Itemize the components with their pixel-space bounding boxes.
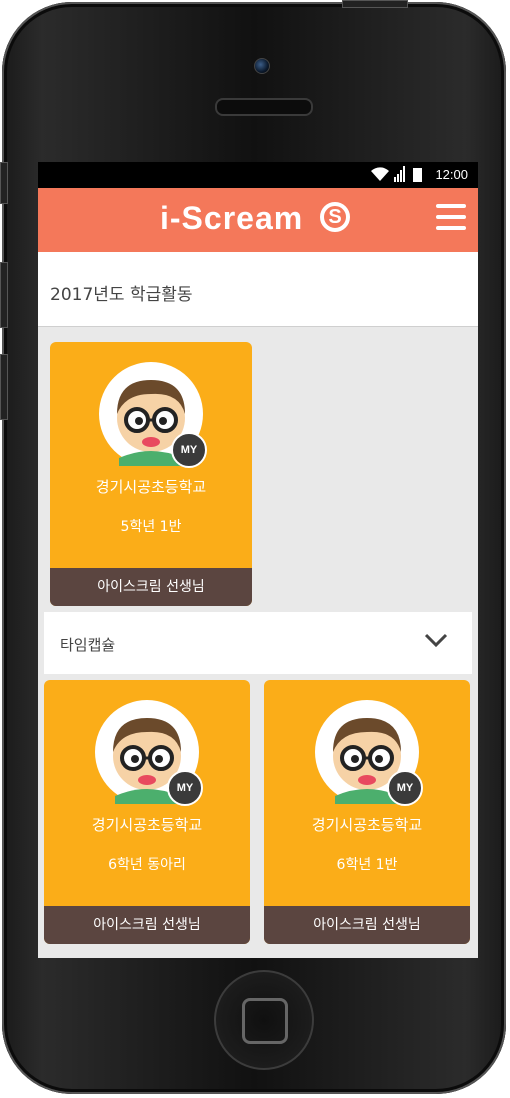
app-logo: i-Scream [160, 200, 304, 236]
school-name: 경기시공초등학교 [95, 478, 207, 496]
screen: 12:00 i-Scream S 2017년도 학급활동 MY 경기시공초등학교… [38, 162, 478, 958]
teacher-name: 아이스크림 선생님 [50, 568, 252, 606]
status-time: 12:00 [435, 167, 468, 182]
volume-up-button [0, 262, 8, 328]
class-name: 5학년 1반 [120, 519, 182, 535]
class-name: 6학년 1반 [336, 857, 398, 873]
power-button [342, 0, 408, 8]
menu-icon[interactable] [436, 204, 466, 230]
class-name: 6학년 동아리 [108, 857, 186, 873]
home-square-icon [242, 998, 288, 1044]
volume-down-button [0, 354, 8, 420]
class-card[interactable]: MY 경기시공초등학교 6학년 동아리 아이스크림 선생님 [44, 680, 250, 944]
section-title: 2017년도 학급활동 [50, 285, 193, 305]
section-header: 2017년도 학급활동 [38, 252, 478, 327]
logo-mark-icon: S [320, 202, 350, 232]
status-bar: 12:00 [38, 162, 478, 188]
battery-icon [413, 168, 422, 182]
my-badge: MY [171, 432, 207, 468]
my-badge: MY [167, 770, 203, 806]
avatar: MY [99, 362, 207, 468]
mute-switch [0, 162, 8, 204]
teacher-name: 아이스크림 선생님 [44, 906, 250, 944]
avatar: MY [95, 700, 203, 806]
earpiece-speaker [215, 98, 313, 116]
front-camera [254, 58, 270, 74]
school-name: 경기시공초등학교 [311, 816, 423, 834]
school-name: 경기시공초등학교 [91, 816, 203, 834]
app-bar: i-Scream S [38, 188, 478, 252]
wifi-icon [371, 167, 389, 181]
teacher-name: 아이스크림 선생님 [264, 906, 470, 944]
signal-icon [394, 166, 405, 182]
chevron-down-icon [424, 633, 448, 648]
class-card[interactable]: MY 경기시공초등학교 6학년 1반 아이스크림 선생님 [264, 680, 470, 944]
class-card[interactable]: MY 경기시공초등학교 5학년 1반 아이스크림 선생님 [50, 342, 252, 606]
dropdown-label: 타임캡슐 [60, 636, 116, 654]
avatar: MY [315, 700, 423, 806]
my-badge: MY [387, 770, 423, 806]
timecapsule-dropdown[interactable]: 타임캡슐 [44, 612, 472, 674]
home-button[interactable] [214, 970, 314, 1070]
